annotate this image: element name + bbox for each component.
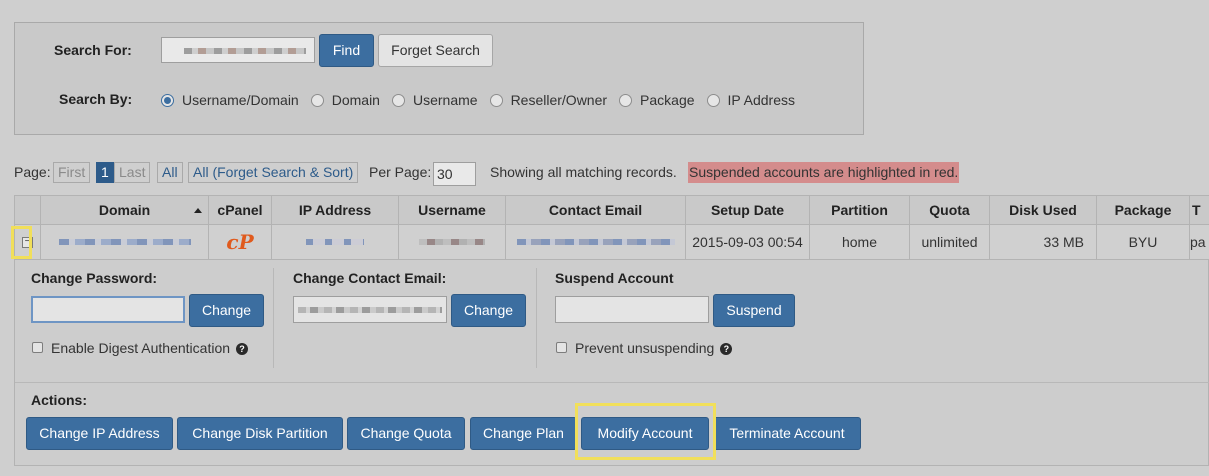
- per-page-label: Per Page:: [369, 164, 432, 180]
- contact-email-cell: [506, 225, 686, 260]
- suspend-button[interactable]: Suspend: [713, 294, 795, 327]
- radio-icon[interactable]: [706, 93, 720, 107]
- prevent-unsuspend-checkbox[interactable]: [556, 342, 567, 353]
- actions-label: Actions:: [31, 392, 87, 408]
- search-by-label: Search By:: [59, 91, 133, 107]
- search-input[interactable]: [161, 37, 315, 63]
- change-quota-button[interactable]: Change Quota: [347, 417, 465, 450]
- search-for-label: Search For:: [54, 42, 132, 58]
- help-icon[interactable]: ?: [720, 343, 733, 356]
- actions-divider: [15, 382, 1209, 383]
- page-label: Page:: [14, 164, 51, 180]
- page-last[interactable]: Last: [114, 162, 151, 183]
- page-all-forget[interactable]: All (Forget Search & Sort): [188, 162, 359, 183]
- header-package[interactable]: Package: [1097, 196, 1190, 225]
- blurred-username: [419, 239, 485, 245]
- suspended-note: Suspended accounts are highlighted in re…: [688, 162, 960, 183]
- digest-auth-checkbox[interactable]: [32, 342, 43, 353]
- radio-username-domain[interactable]: Username/Domain: [161, 92, 299, 108]
- header-ip-address[interactable]: IP Address: [272, 196, 399, 225]
- terminate-account-button[interactable]: Terminate Account: [713, 417, 861, 450]
- blurred-email: [516, 239, 675, 245]
- prevent-unsuspend-label: Prevent unsuspending?: [575, 340, 733, 356]
- search-by-radio-group: Username/Domain Domain Username Reseller…: [161, 90, 807, 110]
- per-page-input[interactable]: 30: [433, 162, 476, 186]
- blurred-domain: [58, 239, 191, 245]
- change-password-input[interactable]: [31, 296, 185, 323]
- domain-cell[interactable]: [41, 225, 209, 260]
- package-cell: BYU: [1097, 225, 1190, 260]
- header-contact-email[interactable]: Contact Email: [506, 196, 686, 225]
- change-ip-address-button[interactable]: Change IP Address: [26, 417, 173, 450]
- radio-username[interactable]: Username: [391, 92, 478, 108]
- radio-icon[interactable]: [310, 93, 324, 107]
- change-plan-button[interactable]: Change Plan: [470, 417, 577, 450]
- ip-address-cell: [272, 225, 399, 260]
- header-username[interactable]: Username: [399, 196, 506, 225]
- header-disk-used[interactable]: Disk Used: [990, 196, 1097, 225]
- radio-domain[interactable]: Domain: [310, 92, 380, 108]
- find-button[interactable]: Find: [319, 34, 374, 67]
- radio-ip-address[interactable]: IP Address: [706, 92, 795, 108]
- panel-divider: [273, 268, 274, 368]
- header-partition[interactable]: Partition: [810, 196, 910, 225]
- radio-icon[interactable]: [489, 93, 503, 107]
- page-first[interactable]: First: [53, 162, 91, 183]
- expand-column-header: [15, 196, 41, 225]
- page-all[interactable]: All: [157, 162, 183, 183]
- radio-icon[interactable]: [619, 93, 633, 107]
- blurred-ip: [306, 239, 364, 245]
- change-disk-partition-button[interactable]: Change Disk Partition: [177, 417, 343, 450]
- header-quota[interactable]: Quota: [910, 196, 990, 225]
- change-email-label: Change Contact Email:: [293, 270, 447, 286]
- disk-used-cell: 33 MB: [990, 225, 1097, 260]
- search-panel: Search For: Find Forget Search Search By…: [14, 22, 864, 135]
- radio-selected-icon[interactable]: [161, 93, 174, 107]
- quota-cell: unlimited: [910, 225, 990, 260]
- radio-icon[interactable]: [391, 93, 405, 107]
- username-cell: [399, 225, 506, 260]
- page-current[interactable]: 1: [96, 162, 114, 183]
- setup-date-cell: 2015-09-03 00:54: [686, 225, 810, 260]
- panel-divider: [536, 268, 537, 368]
- header-domain[interactable]: Domain: [41, 196, 209, 225]
- cpanel-logo-icon[interactable]: cP: [226, 230, 253, 254]
- blurred-search-text: [184, 48, 306, 54]
- header-setup-date[interactable]: Setup Date: [686, 196, 810, 225]
- partition-cell: home: [810, 225, 910, 260]
- suspend-reason-input[interactable]: [555, 296, 709, 323]
- radio-package[interactable]: Package: [619, 92, 695, 108]
- digest-auth-label: Enable Digest Authentication?: [51, 340, 249, 356]
- forget-search-button[interactable]: Forget Search: [378, 34, 493, 67]
- showing-text: Showing all matching records.: [490, 164, 677, 180]
- blurred-email-value: [298, 307, 442, 313]
- change-email-input[interactable]: [293, 296, 447, 323]
- header-theme[interactable]: T: [1190, 196, 1209, 225]
- change-password-label: Change Password:: [31, 270, 158, 286]
- highlight-modify-account: [575, 403, 716, 460]
- header-cpanel[interactable]: cPanel: [209, 196, 272, 225]
- pager: Page: First 1 Last All All (Forget Searc…: [14, 162, 1209, 184]
- sort-ascending-icon: [194, 208, 202, 213]
- change-email-button[interactable]: Change: [451, 294, 526, 327]
- cpanel-cell[interactable]: cP: [209, 225, 272, 260]
- highlight-collapse-toggle: [11, 226, 32, 259]
- help-icon[interactable]: ?: [236, 343, 249, 356]
- change-password-button[interactable]: Change: [189, 294, 264, 327]
- radio-reseller-owner[interactable]: Reseller/Owner: [489, 92, 607, 108]
- suspend-account-label: Suspend Account: [555, 270, 674, 286]
- theme-cell: pa: [1190, 225, 1209, 260]
